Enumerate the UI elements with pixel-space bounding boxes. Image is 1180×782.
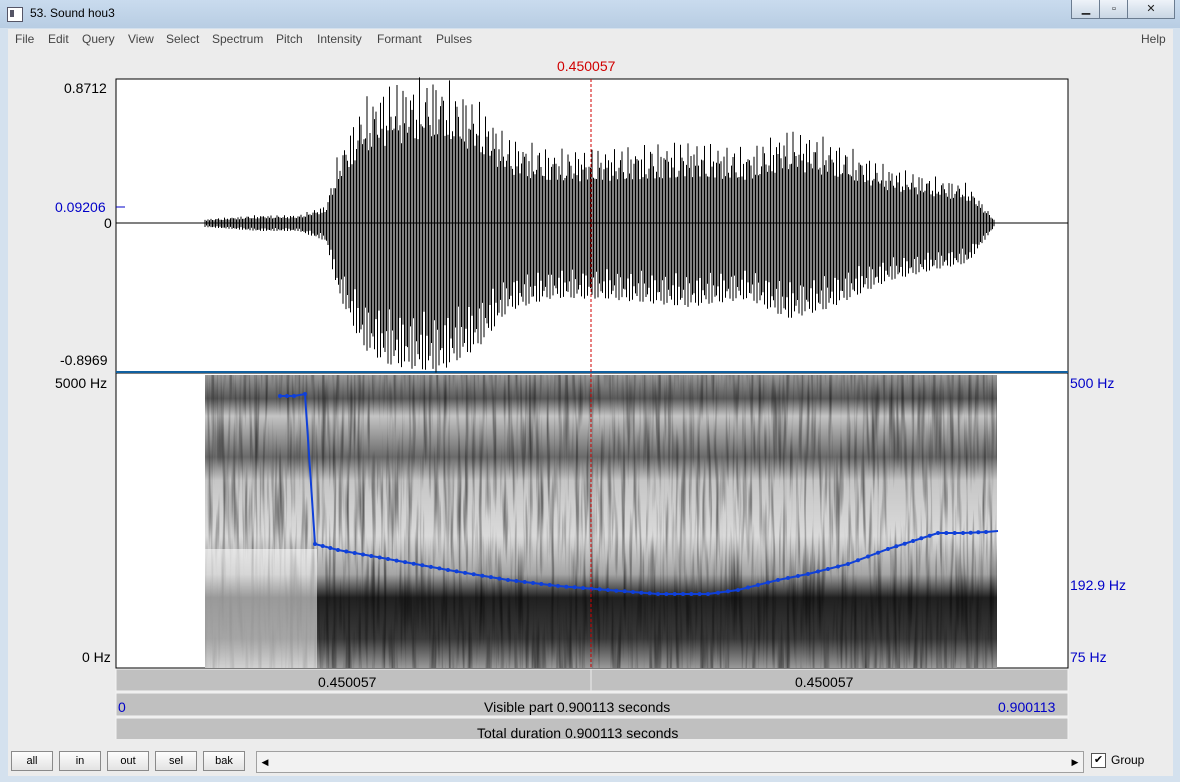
- menu-view[interactable]: View: [128, 32, 154, 46]
- zoom-out-button[interactable]: out: [107, 751, 149, 771]
- menu-pitch[interactable]: Pitch: [276, 32, 303, 46]
- total-duration-text: Total duration 0.900113 seconds: [477, 725, 679, 741]
- visible-start-label: 0: [118, 699, 126, 715]
- zoom-all-button[interactable]: all: [11, 751, 53, 771]
- menu-spectrum[interactable]: Spectrum: [212, 32, 263, 46]
- zoom-back-button[interactable]: bak: [203, 751, 245, 771]
- cursor-left-time: 0.450057: [318, 674, 377, 690]
- menu-formant[interactable]: Formant: [377, 32, 422, 46]
- editor-client: File Edit Query View Select Spectrum Pit…: [8, 29, 1173, 776]
- zoom-selection-button[interactable]: sel: [155, 751, 197, 771]
- spectrogram-image: [205, 375, 997, 668]
- scroll-right-icon[interactable]: ▶: [1067, 752, 1083, 772]
- visible-part-text: Visible part 0.900113 seconds: [484, 699, 671, 715]
- menu-pulses[interactable]: Pulses: [436, 32, 472, 46]
- window-title: 53. Sound hou3: [30, 6, 115, 20]
- close-button[interactable]: ✕: [1127, 0, 1175, 19]
- group-label: Group: [1111, 753, 1145, 767]
- menu-intensity[interactable]: Intensity: [317, 32, 362, 46]
- scroll-left-icon[interactable]: ◀: [257, 752, 273, 772]
- cursor-right-time: 0.450057: [795, 674, 854, 690]
- editor-window: 53. Sound hou3 ▁ ▫ ✕ File Edit Query Vie…: [0, 0, 1180, 782]
- app-icon: [7, 7, 23, 22]
- minimize-button[interactable]: ▁: [1071, 0, 1101, 19]
- sound-editor-canvas[interactable]: [8, 49, 1173, 739]
- menu-select[interactable]: Select: [166, 32, 199, 46]
- drawing-area[interactable]: 0.450057 0.8712 0.09206 0 -0.8969 5000 H…: [8, 49, 1173, 741]
- menu-query[interactable]: Query: [82, 32, 115, 46]
- menu-edit[interactable]: Edit: [48, 32, 69, 46]
- time-scrollbar[interactable]: ◀ ▶: [256, 751, 1084, 773]
- group-checkbox[interactable]: ✔: [1091, 753, 1106, 768]
- zoom-in-button[interactable]: in: [59, 751, 101, 771]
- menu-file[interactable]: File: [15, 32, 34, 46]
- title-bar[interactable]: 53. Sound hou3 ▁ ▫ ✕: [0, 0, 1180, 28]
- visible-end-label: 0.900113: [998, 699, 1056, 715]
- menu-help[interactable]: Help: [1141, 32, 1166, 46]
- bottom-toolbar: all in out sel bak ◀ ▶ ✔ Group: [8, 743, 1173, 773]
- menu-bar: File Edit Query View Select Spectrum Pit…: [8, 29, 1173, 49]
- maximize-button[interactable]: ▫: [1099, 0, 1129, 19]
- cursor-left-segment[interactable]: [115, 668, 1069, 692]
